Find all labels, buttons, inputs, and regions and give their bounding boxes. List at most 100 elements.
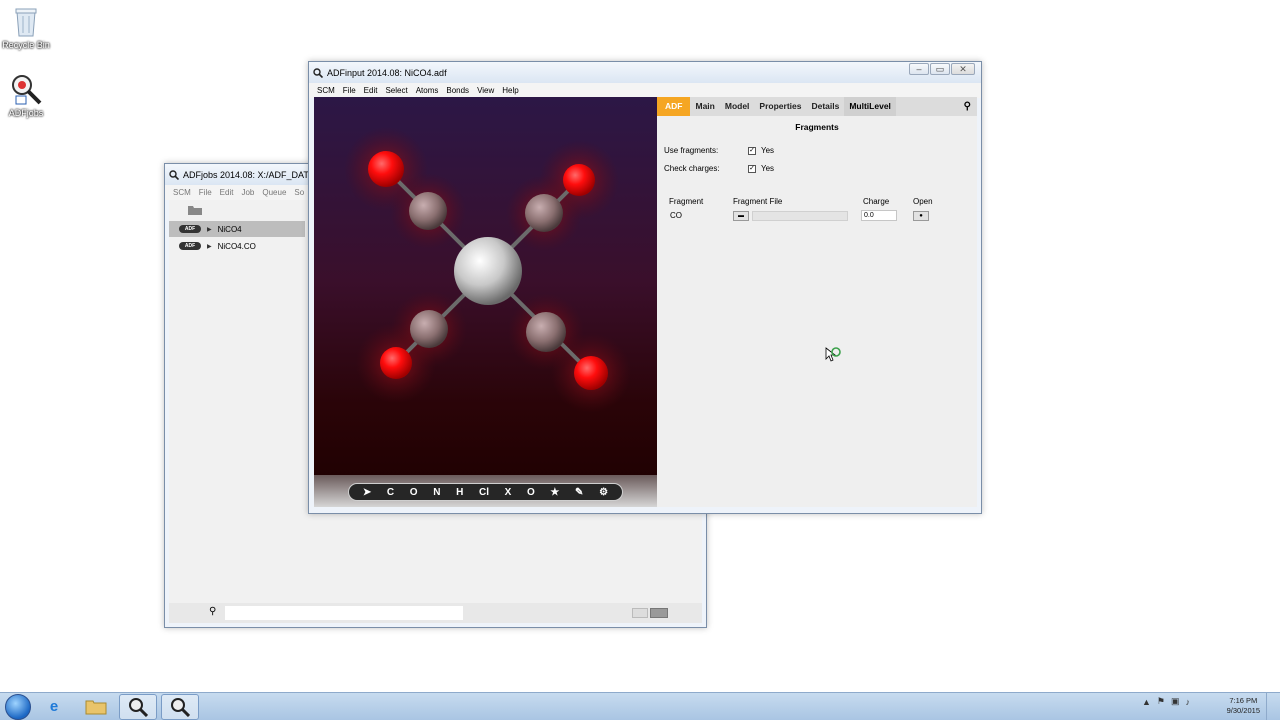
expand-arrow-icon[interactable]: ▶	[207, 226, 212, 233]
job-row[interactable]: ADF ▶ NiCO4.CO	[169, 238, 305, 254]
folder-view-icon[interactable]	[650, 608, 668, 618]
molecule-nico4[interactable]	[314, 97, 657, 475]
build-toolbar-strip: ➤ C O N H Cl X O ★ ✎ ⚙	[314, 475, 657, 507]
carbon-atom[interactable]	[526, 312, 566, 352]
jobs-window-title: ADFjobs 2014.08: X:/ADF_DATA/Tu	[183, 169, 327, 180]
show-desktop-button[interactable]	[1266, 693, 1280, 720]
search-icon: ⚲	[209, 606, 217, 617]
menu-scm[interactable]: SCM	[317, 86, 335, 95]
open-header: Open	[913, 197, 933, 206]
list-view-icon[interactable]	[632, 608, 648, 618]
oxygen-atom[interactable]	[563, 164, 595, 196]
input-menubar: SCM File Edit Select Atoms Bonds View He…	[309, 83, 981, 98]
taskbar-adfinput[interactable]	[161, 693, 199, 720]
browse-file-button[interactable]: ▬	[733, 211, 749, 221]
jobs-menu-file[interactable]: File	[199, 188, 212, 197]
desktop-icon-label: Recycle Bin	[2, 40, 50, 50]
charge-input[interactable]: 0.0	[861, 210, 897, 221]
use-fragments-value: Yes	[761, 146, 775, 155]
jobs-menu-more[interactable]: So	[294, 188, 304, 197]
clock[interactable]: 7:16 PM 9/30/2015	[1227, 696, 1260, 716]
adfinput-window: ADFinput 2014.08: NiCO4.adf – ▭ ✕ SCM Fi…	[308, 61, 982, 514]
search-icon[interactable]: ⚲	[964, 101, 971, 112]
oxygen-atom[interactable]	[380, 347, 412, 379]
check-charges-row: Check charges: ✓ Yes	[664, 164, 774, 173]
panel-title: Fragments	[795, 122, 839, 132]
internet-explorer-icon[interactable]: e	[35, 694, 73, 720]
minimize-button[interactable]: –	[909, 63, 929, 75]
carbon-atom[interactable]	[525, 194, 563, 232]
tool-ring[interactable]: O	[527, 487, 535, 498]
jobs-search-input[interactable]	[225, 606, 463, 620]
menu-file[interactable]: File	[343, 86, 356, 95]
maximize-button[interactable]: ▭	[930, 63, 950, 75]
tray-expand-icon[interactable]: ▲	[1142, 697, 1151, 707]
fragment-file-field[interactable]	[752, 211, 848, 221]
oxygen-atom[interactable]	[368, 151, 404, 187]
check-charges-value: Yes	[761, 164, 775, 173]
file-explorer-icon[interactable]	[77, 694, 115, 720]
select-pointer-icon[interactable]: ➤	[363, 487, 371, 498]
check-charges-checkbox[interactable]: ✓	[748, 164, 756, 173]
action-center-icon[interactable]: ⚑	[1157, 696, 1165, 707]
start-button[interactable]	[5, 693, 31, 720]
tool-chlorine[interactable]: Cl	[479, 487, 489, 498]
tab-properties[interactable]: Properties	[754, 97, 806, 116]
menu-atoms[interactable]: Atoms	[416, 86, 439, 95]
input-titlebar[interactable]: ADFinput 2014.08: NiCO4.adf – ▭ ✕	[309, 62, 981, 83]
busy-cursor-icon	[825, 347, 841, 362]
menu-help[interactable]: Help	[502, 86, 518, 95]
tool-other-element[interactable]: X	[505, 487, 512, 498]
tab-model[interactable]: Model	[720, 97, 755, 116]
check-charges-label: Check charges:	[664, 164, 720, 173]
desktop-icon-recycle-bin[interactable]: Recycle Bin	[0, 6, 52, 50]
oxygen-atom[interactable]	[574, 356, 608, 390]
tool-hydrogen[interactable]: H	[456, 487, 463, 498]
desktop-icon-label: ADFjobs	[8, 108, 44, 118]
desktop-icon-adfjobs[interactable]: ADFjobs	[0, 74, 52, 118]
menu-edit[interactable]: Edit	[364, 86, 378, 95]
nickel-atom[interactable]	[454, 237, 522, 305]
job-row[interactable]: ADF ▶ NiCO4	[169, 221, 305, 237]
wrench-icon[interactable]: ✎	[575, 487, 583, 498]
adfjobs-icon	[12, 75, 42, 105]
jobs-menu-edit[interactable]: Edit	[220, 188, 234, 197]
tab-details[interactable]: Details	[806, 97, 844, 116]
network-icon[interactable]: ▣	[1171, 696, 1180, 707]
star-icon[interactable]: ★	[550, 487, 559, 498]
jobs-menu-job[interactable]: Job	[241, 188, 254, 197]
taskbar: e ▲ ⚑ ▣ ♪ 7:16 PM 9/30/2015	[0, 692, 1280, 720]
molecule-viewer[interactable]: ➤ C O N H Cl X O ★ ✎ ⚙	[314, 97, 657, 507]
menu-bonds[interactable]: Bonds	[446, 86, 469, 95]
carbon-atom[interactable]	[409, 192, 447, 230]
fragment-header: Fragment	[669, 197, 704, 206]
open-fragment-button[interactable]: ●	[913, 211, 929, 221]
use-fragments-checkbox[interactable]: ✓	[748, 146, 756, 155]
folder-icon[interactable]	[187, 204, 203, 216]
tool-carbon[interactable]: C	[387, 487, 394, 498]
magnifier-icon	[129, 697, 148, 717]
tab-main[interactable]: Main	[690, 97, 719, 116]
taskbar-adfjobs[interactable]	[119, 693, 157, 720]
jobs-menu-scm[interactable]: SCM	[173, 188, 191, 197]
system-tray: ▲ ⚑ ▣ ♪	[1142, 696, 1190, 707]
use-fragments-label: Use fragments:	[664, 146, 719, 155]
clock-time: 7:16 PM	[1229, 696, 1258, 705]
magnifier-app-icon	[169, 169, 179, 180]
jobs-menu-queue[interactable]: Queue	[262, 188, 286, 197]
window-controls: – ▭ ✕	[909, 63, 975, 75]
volume-icon[interactable]: ♪	[1186, 697, 1191, 707]
adf-badge: ADF	[179, 225, 201, 233]
tab-adf[interactable]: ADF	[657, 97, 691, 116]
gear-icon[interactable]: ⚙	[599, 487, 608, 498]
tool-oxygen[interactable]: O	[410, 487, 418, 498]
tool-nitrogen[interactable]: N	[433, 487, 440, 498]
close-button[interactable]: ✕	[951, 63, 975, 75]
expand-arrow-icon[interactable]: ▶	[207, 243, 212, 250]
build-toolbar: ➤ C O N H Cl X O ★ ✎ ⚙	[348, 483, 623, 501]
menu-select[interactable]: Select	[385, 86, 407, 95]
menu-view[interactable]: View	[477, 86, 494, 95]
tab-multilevel[interactable]: MultiLevel	[844, 97, 896, 116]
fragment-name: CO	[670, 211, 682, 220]
carbon-atom[interactable]	[410, 310, 448, 348]
